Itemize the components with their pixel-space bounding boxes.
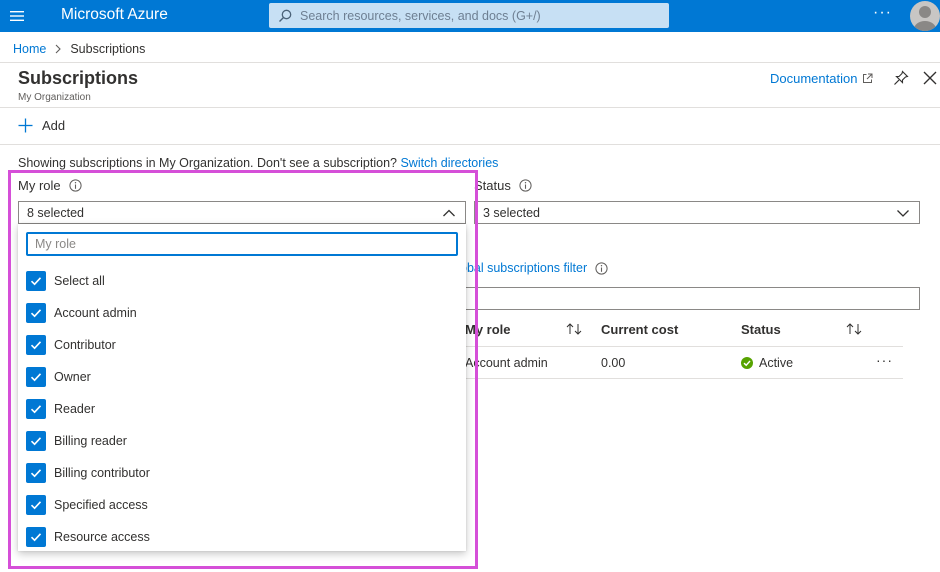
my-role-filter-label: My role bbox=[18, 178, 82, 193]
breadcrumb: Home Subscriptions bbox=[13, 42, 145, 56]
plus-icon bbox=[18, 118, 33, 133]
my-role-value: 8 selected bbox=[27, 205, 84, 220]
close-icon[interactable] bbox=[922, 70, 938, 86]
switch-directories-link[interactable]: Switch directories bbox=[400, 156, 498, 170]
directory-info: Showing subscriptions in My Organization… bbox=[18, 156, 498, 170]
checkbox-checked-icon[interactable] bbox=[26, 527, 46, 547]
subscription-filter-input[interactable] bbox=[455, 287, 920, 310]
option-account-admin[interactable]: Account admin bbox=[26, 302, 137, 324]
hamburger-menu-icon[interactable] bbox=[6, 5, 28, 27]
info-icon[interactable] bbox=[519, 179, 532, 192]
info-icon[interactable] bbox=[595, 261, 608, 275]
option-specified-access[interactable]: Specified access bbox=[26, 494, 148, 516]
documentation-label: Documentation bbox=[770, 71, 858, 86]
role-search-box[interactable] bbox=[26, 232, 458, 256]
checkbox-checked-icon[interactable] bbox=[26, 463, 46, 483]
option-label: Specified access bbox=[54, 498, 148, 512]
column-header-my-role[interactable]: My role bbox=[465, 322, 511, 337]
table-divider bbox=[455, 378, 903, 379]
search-input[interactable] bbox=[300, 8, 669, 23]
checkbox-checked-icon[interactable] bbox=[26, 495, 46, 515]
info-icon[interactable] bbox=[69, 179, 82, 192]
divider bbox=[0, 107, 940, 108]
option-label: Billing contributor bbox=[54, 466, 150, 480]
directory-info-text: Showing subscriptions in My Organization… bbox=[18, 156, 397, 170]
role-search-input[interactable] bbox=[28, 234, 456, 254]
status-filter-label: Status bbox=[474, 178, 532, 193]
row-status-label: Active bbox=[759, 356, 794, 370]
breadcrumb-current: Subscriptions bbox=[70, 42, 146, 56]
column-header-current-cost[interactable]: Current cost bbox=[601, 322, 678, 337]
status-label: Status bbox=[474, 178, 511, 193]
row-status: Active bbox=[741, 356, 793, 370]
row-cost: 0.00 bbox=[601, 356, 626, 370]
option-label: Reader bbox=[54, 402, 95, 416]
checkbox-checked-icon[interactable] bbox=[26, 367, 46, 387]
search-icon bbox=[278, 9, 292, 23]
top-bar: Microsoft Azure ··· bbox=[0, 0, 940, 32]
page-subtitle: My Organization bbox=[18, 92, 91, 103]
global-filter-label: obal subscriptions filter bbox=[460, 261, 588, 275]
option-resource-access[interactable]: Resource access bbox=[26, 526, 150, 548]
column-header-status[interactable]: Status bbox=[741, 322, 781, 337]
divider bbox=[0, 62, 940, 63]
checkbox-checked-icon[interactable] bbox=[26, 335, 46, 355]
page-title: Subscriptions bbox=[18, 68, 139, 88]
option-label: Account admin bbox=[54, 306, 137, 320]
checkbox-checked-icon[interactable] bbox=[26, 271, 46, 291]
option-select-all[interactable]: Select all bbox=[26, 270, 105, 292]
option-billing-contributor[interactable]: Billing contributor bbox=[26, 462, 150, 484]
option-billing-reader[interactable]: Billing reader bbox=[26, 430, 127, 452]
option-label: Owner bbox=[54, 370, 91, 384]
table-divider bbox=[455, 346, 903, 347]
global-subscriptions-filter-link[interactable]: obal subscriptions filter bbox=[460, 261, 608, 275]
option-reader[interactable]: Reader bbox=[26, 398, 95, 420]
external-link-icon bbox=[862, 73, 873, 84]
documentation-link[interactable]: Documentation bbox=[770, 71, 873, 86]
chevron-up-icon bbox=[442, 206, 456, 220]
brand-title[interactable]: Microsoft Azure bbox=[61, 6, 168, 24]
option-contributor[interactable]: Contributor bbox=[26, 334, 116, 356]
chevron-down-icon bbox=[896, 206, 910, 220]
my-role-options-panel: Select all Account admin Contributor Own… bbox=[18, 224, 466, 551]
checkbox-checked-icon[interactable] bbox=[26, 399, 46, 419]
checkbox-checked-icon[interactable] bbox=[26, 431, 46, 451]
status-value: 3 selected bbox=[483, 205, 540, 220]
check-circle-icon bbox=[741, 357, 753, 369]
checkbox-checked-icon[interactable] bbox=[26, 303, 46, 323]
option-owner[interactable]: Owner bbox=[26, 366, 91, 388]
my-role-dropdown[interactable]: 8 selected bbox=[18, 201, 466, 224]
row-more-options-icon[interactable]: ··· bbox=[876, 352, 893, 368]
sort-icon[interactable] bbox=[845, 322, 863, 336]
global-search[interactable] bbox=[269, 3, 669, 28]
option-label: Resource access bbox=[54, 530, 150, 544]
my-role-label: My role bbox=[18, 178, 61, 193]
chevron-right-icon bbox=[54, 44, 62, 54]
option-label: Select all bbox=[54, 274, 105, 288]
avatar[interactable] bbox=[910, 1, 940, 31]
option-label: Contributor bbox=[54, 338, 116, 352]
row-role: Account admin bbox=[465, 356, 548, 370]
option-label: Billing reader bbox=[54, 434, 127, 448]
sort-icon[interactable] bbox=[565, 322, 583, 336]
add-label: Add bbox=[42, 118, 66, 133]
more-options-icon[interactable]: ··· bbox=[873, 4, 892, 22]
pin-icon[interactable] bbox=[893, 70, 909, 86]
user-icon bbox=[914, 6, 936, 31]
divider bbox=[0, 144, 940, 145]
breadcrumb-home[interactable]: Home bbox=[13, 42, 46, 56]
status-dropdown[interactable]: 3 selected bbox=[474, 201, 920, 224]
add-button[interactable]: Add bbox=[18, 118, 65, 133]
